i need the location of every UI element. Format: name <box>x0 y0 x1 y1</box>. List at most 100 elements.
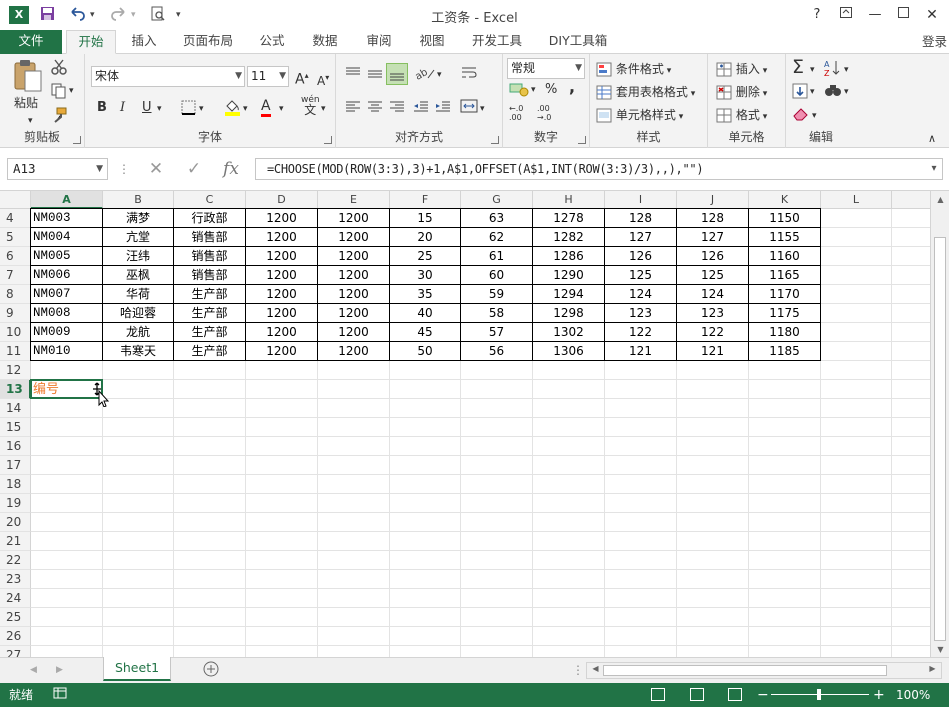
insert-cells-button[interactable]: 插入 ▾ <box>716 60 767 80</box>
align-right-icon[interactable] <box>388 99 406 120</box>
row-header-22[interactable]: 22 <box>0 551 31 570</box>
column-header-m[interactable] <box>892 191 930 209</box>
format-painter-icon[interactable] <box>51 107 67 128</box>
borders-dropdown-icon[interactable]: ▾ <box>199 100 204 118</box>
column-header-g[interactable]: G <box>461 191 533 209</box>
row-header-4[interactable]: 4 <box>0 209 31 228</box>
expand-formula-icon[interactable]: ▾ <box>926 158 942 180</box>
row-header-8[interactable]: 8 <box>0 285 31 304</box>
column-header-a[interactable]: A <box>31 191 103 209</box>
prev-sheet-icon[interactable]: ◀ <box>30 661 37 679</box>
conditional-format-button[interactable]: 条件格式 ▾ <box>596 60 671 80</box>
tab-formulas[interactable]: 公式 <box>252 30 292 54</box>
decrease-indent-icon[interactable] <box>412 99 430 120</box>
login-link[interactable]: 登录 <box>922 30 949 54</box>
bold-button[interactable]: B <box>97 99 107 117</box>
formula-input[interactable]: =CHOOSE(MOD(ROW(3:3),3)+1,A$1,OFFSET(A$1… <box>255 158 943 180</box>
row-header-19[interactable]: 19 <box>0 494 31 513</box>
clipboard-launcher-icon[interactable] <box>73 136 81 144</box>
tab-home[interactable]: 开始 <box>66 30 116 54</box>
scroll-up-icon[interactable]: ▲ <box>932 195 949 204</box>
align-top-icon[interactable] <box>344 65 362 86</box>
save-icon[interactable] <box>40 6 55 24</box>
collapse-ribbon-icon[interactable]: ∧ <box>928 130 936 148</box>
restore-icon[interactable] <box>892 5 914 25</box>
row-header-20[interactable]: 20 <box>0 513 31 532</box>
borders-icon[interactable] <box>181 100 196 120</box>
row-header-26[interactable]: 26 <box>0 627 31 646</box>
row-header-16[interactable]: 16 <box>0 437 31 456</box>
font-color-icon[interactable]: A <box>261 97 271 117</box>
font-color-dropdown-icon[interactable]: ▾ <box>279 100 284 118</box>
tab-view[interactable]: 视图 <box>412 30 452 54</box>
sort-filter-icon[interactable]: AZ <box>824 59 842 82</box>
autosum-icon[interactable]: Σ <box>792 58 804 77</box>
tab-data[interactable]: 数据 <box>305 30 345 54</box>
select-all-corner[interactable] <box>0 191 31 209</box>
column-header-f[interactable]: F <box>390 191 461 209</box>
tab-insert[interactable]: 插入 <box>124 30 164 54</box>
scroll-down-icon[interactable]: ▼ <box>932 645 949 654</box>
alignment-launcher-icon[interactable] <box>491 136 499 144</box>
increase-indent-icon[interactable] <box>434 99 452 120</box>
phonetic-icon[interactable]: wén 文 <box>301 95 320 117</box>
tab-splitter-icon[interactable]: ⋮ <box>572 661 584 679</box>
underline-button[interactable]: U <box>142 99 152 117</box>
close-icon[interactable]: ✕ <box>921 5 943 25</box>
font-launcher-icon[interactable] <box>324 136 332 144</box>
row-header-27[interactable]: 27 <box>0 646 31 657</box>
row-header-25[interactable]: 25 <box>0 608 31 627</box>
row-header-18[interactable]: 18 <box>0 475 31 494</box>
copy-icon[interactable] <box>51 83 67 104</box>
vertical-scrollbar[interactable]: ▲ ▼ <box>930 191 949 657</box>
font-size-select[interactable]: 11 ▼ <box>247 66 289 87</box>
clear-dropdown-icon[interactable]: ▾ <box>812 107 817 125</box>
tab-page-layout[interactable]: 页面布局 <box>176 30 240 54</box>
name-box[interactable]: A13 ▼ <box>7 158 108 180</box>
format-cells-button[interactable]: 格式 ▾ <box>716 106 767 126</box>
increase-decimal-icon[interactable]: ←.0.00 <box>509 104 523 122</box>
clear-icon[interactable] <box>792 106 810 126</box>
zoom-level[interactable]: 100% <box>896 686 930 704</box>
redo-icon[interactable] <box>110 6 128 24</box>
undo-icon[interactable] <box>68 6 86 24</box>
phonetic-dropdown-icon[interactable]: ▾ <box>321 100 326 118</box>
scroll-right-icon[interactable]: ▶ <box>924 664 941 673</box>
cancel-icon[interactable]: ✕ <box>142 158 170 180</box>
merge-center-icon[interactable] <box>460 98 478 119</box>
column-header-c[interactable]: C <box>174 191 246 209</box>
next-sheet-icon[interactable]: ▶ <box>56 661 63 679</box>
page-break-view-icon[interactable] <box>728 688 742 701</box>
normal-view-icon[interactable] <box>651 688 665 701</box>
underline-dropdown-icon[interactable]: ▾ <box>157 100 162 118</box>
redo-dropdown-icon[interactable]: ▾ <box>131 6 136 24</box>
find-select-icon[interactable] <box>824 82 842 103</box>
fill-color-dropdown-icon[interactable]: ▾ <box>243 100 248 118</box>
zoom-in-icon[interactable]: + <box>873 686 885 704</box>
cut-icon[interactable] <box>51 59 67 80</box>
tab-developer[interactable]: 开发工具 <box>465 30 529 54</box>
horizontal-scroll-thumb[interactable] <box>603 665 887 676</box>
fill-icon[interactable] <box>792 83 808 104</box>
scroll-left-icon[interactable]: ◀ <box>587 664 604 673</box>
increase-font-icon[interactable]: A▴ <box>295 67 309 89</box>
row-header-6[interactable]: 6 <box>0 247 31 266</box>
number-launcher-icon[interactable] <box>578 136 586 144</box>
new-sheet-icon[interactable] <box>203 661 219 682</box>
tab-review[interactable]: 审阅 <box>359 30 399 54</box>
customize-qat-icon[interactable]: ▾ <box>176 6 181 24</box>
insert-function-icon[interactable]: fx <box>216 158 246 180</box>
italic-button[interactable]: I <box>120 99 125 117</box>
row-header-24[interactable]: 24 <box>0 589 31 608</box>
accounting-dropdown-icon[interactable]: ▾ <box>531 81 536 99</box>
comma-button[interactable]: , <box>569 78 575 96</box>
vertical-scroll-thumb[interactable] <box>934 237 946 641</box>
row-header-17[interactable]: 17 <box>0 456 31 475</box>
column-header-d[interactable]: D <box>246 191 318 209</box>
wrap-text-icon[interactable] <box>460 65 478 86</box>
orientation-dropdown-icon[interactable]: ▾ <box>437 66 442 84</box>
row-header-15[interactable]: 15 <box>0 418 31 437</box>
sheet-tab-sheet1[interactable]: Sheet1 <box>103 657 171 681</box>
delete-cells-button[interactable]: 删除 ▾ <box>716 83 767 103</box>
enter-icon[interactable]: ✓ <box>180 158 208 180</box>
